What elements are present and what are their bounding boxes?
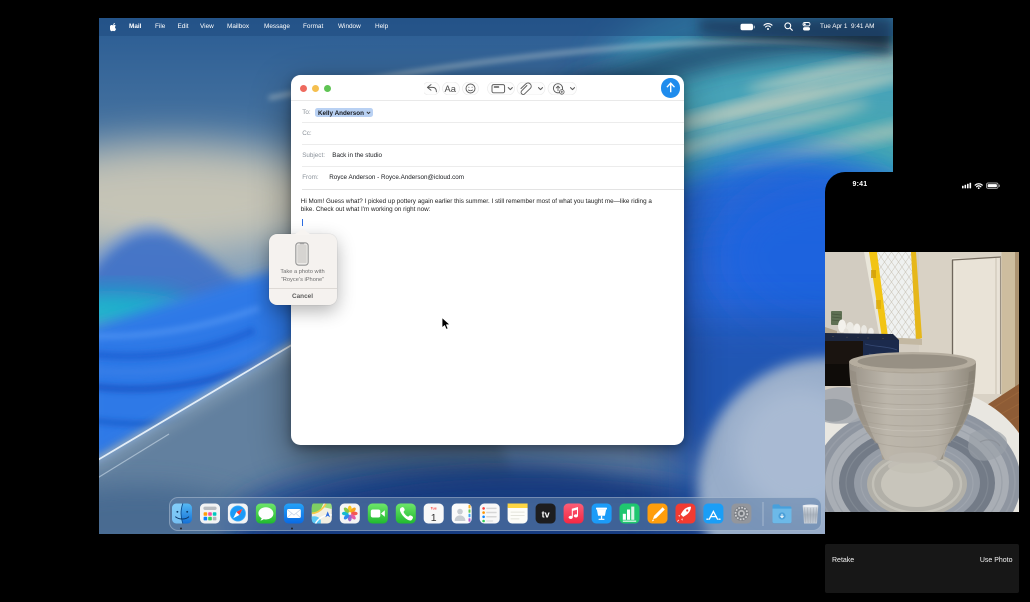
svg-text:Aa: Aa bbox=[444, 84, 456, 94]
svg-text:Tue: Tue bbox=[431, 507, 437, 511]
svg-text:tv: tv bbox=[542, 510, 550, 520]
svg-text:1: 1 bbox=[431, 512, 437, 524]
